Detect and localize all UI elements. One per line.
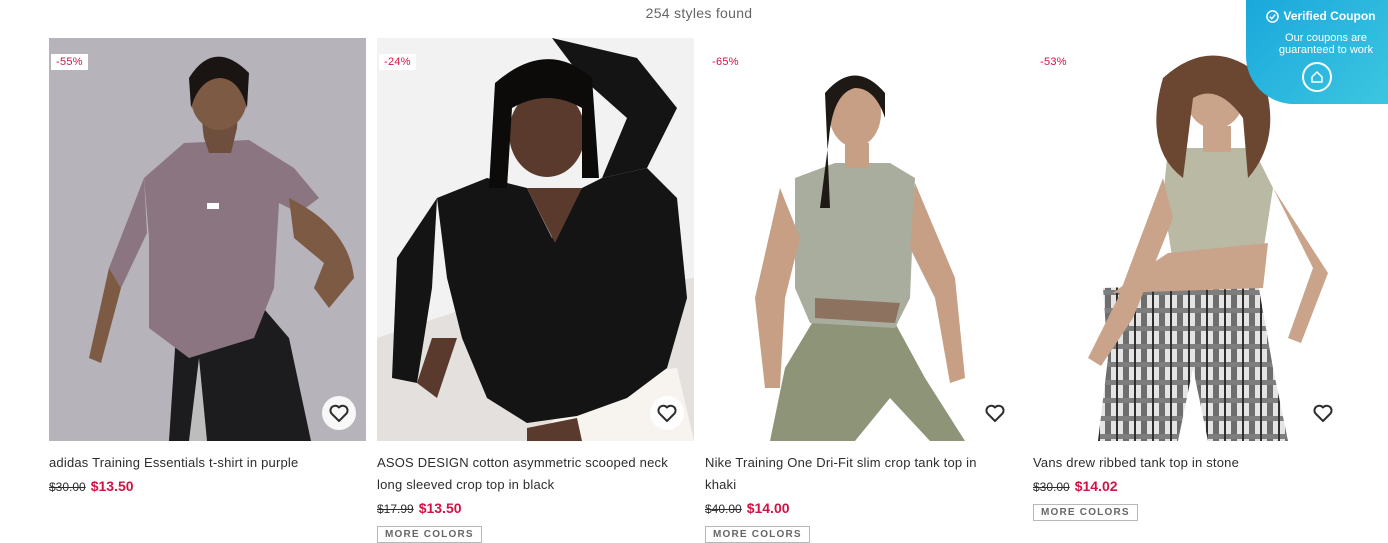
sale-price: $14.00: [746, 500, 790, 516]
original-price: $30.00: [1033, 480, 1070, 494]
discount-badge: -53%: [1035, 54, 1072, 70]
results-count: 254 styles found: [645, 5, 753, 21]
product-image[interactable]: -24%: [377, 38, 694, 441]
verified-coupon-widget[interactable]: Verified Coupon Our coupons are guarante…: [1246, 0, 1388, 104]
more-colors-button[interactable]: MORE COLORS: [1033, 504, 1138, 521]
product-card[interactable]: -53% Vans drew ribbed tank top in stone …: [1033, 38, 1350, 521]
price-row: $17.99 $13.50: [377, 500, 694, 522]
save-for-later-button[interactable]: [650, 396, 684, 430]
sale-price: $14.02: [1074, 478, 1118, 494]
coupon-logo-icon[interactable]: [1302, 62, 1332, 92]
product-title[interactable]: Vans drew ribbed tank top in stone: [1033, 452, 1333, 474]
product-image[interactable]: -65%: [705, 38, 1022, 441]
save-for-later-button[interactable]: [322, 396, 356, 430]
product-card[interactable]: -24% ASOS DESIGN cotton asymmetric scoop…: [377, 38, 694, 543]
product-card[interactable]: -65% Nike Training One Dri-Fit slim crop…: [705, 38, 1022, 543]
product-title[interactable]: ASOS DESIGN cotton asymmetric scooped ne…: [377, 452, 677, 496]
heart-icon: [657, 404, 677, 422]
coupon-subtitle: Our coupons are guaranteed to work: [1278, 32, 1374, 56]
sale-price: $13.50: [90, 478, 134, 494]
price-row: $30.00 $13.50: [49, 478, 366, 500]
sale-price: $13.50: [418, 500, 462, 516]
discount-badge: -55%: [51, 54, 88, 70]
house-tag-icon: [1311, 71, 1323, 83]
coupon-title: Verified Coupon: [1283, 9, 1376, 23]
heart-icon: [329, 404, 349, 422]
product-title[interactable]: Nike Training One Dri-Fit slim crop tank…: [705, 452, 1005, 496]
save-for-later-button[interactable]: [1306, 396, 1340, 430]
product-title[interactable]: adidas Training Essentials t-shirt in pu…: [49, 452, 349, 474]
original-price: $40.00: [705, 502, 742, 516]
more-colors-button[interactable]: MORE COLORS: [377, 526, 482, 543]
coupon-header: Verified Coupon: [1246, 9, 1388, 23]
model-photo: [377, 38, 694, 441]
original-price: $30.00: [49, 480, 86, 494]
product-card[interactable]: -55% adidas Training Essentials t-shirt …: [49, 38, 366, 500]
discount-badge: -24%: [379, 54, 416, 70]
model-photo: [705, 38, 1022, 441]
discount-badge: -65%: [707, 54, 744, 70]
product-image[interactable]: -55%: [49, 38, 366, 441]
model-photo: [49, 38, 366, 441]
save-for-later-button[interactable]: [978, 396, 1012, 430]
original-price: $17.99: [377, 502, 414, 516]
more-colors-button[interactable]: MORE COLORS: [705, 526, 810, 543]
price-row: $40.00 $14.00: [705, 500, 1022, 522]
heart-icon: [1313, 404, 1333, 422]
heart-icon: [985, 404, 1005, 422]
price-row: $30.00 $14.02: [1033, 478, 1350, 500]
check-circle-icon: [1266, 9, 1280, 23]
